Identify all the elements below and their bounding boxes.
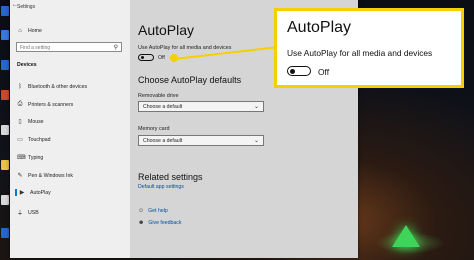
sidebar-item-label: Home <box>28 28 42 34</box>
sidebar-item-home[interactable]: ⌂ Home <box>17 28 42 34</box>
callout-toggle <box>287 66 311 76</box>
get-help-link[interactable]: ☺ Get help <box>138 208 168 214</box>
usb-icon: ⏚ <box>17 211 24 217</box>
sidebar-item-label: Typing <box>28 154 44 161</box>
mouse-icon: ▯ <box>18 119 22 125</box>
default-app-settings-link[interactable]: Default app settings <box>138 184 184 190</box>
sidebar-item-bluetooth[interactable]: ᛒ Bluetooth & other devices <box>17 84 87 90</box>
select-value: Choose a default <box>143 138 183 144</box>
desktop-icon[interactable] <box>1 60 9 70</box>
printer-icon: ⎙ <box>17 101 23 107</box>
desktop-icon[interactable] <box>1 228 9 238</box>
sidebar: ← Settings ⌂ Home Find a setting ⚲ Devic… <box>10 0 130 258</box>
sidebar-item-label: Touchpad <box>28 136 51 143</box>
give-feedback-link[interactable]: ☻ Give feedback <box>138 220 182 226</box>
autoplay-toggle[interactable] <box>138 54 154 61</box>
sidebar-item-label: Printers & scanners <box>28 101 74 108</box>
sidebar-item-autoplay[interactable]: ▶ AutoPlay <box>15 189 51 196</box>
desktop-icon[interactable] <box>1 195 9 205</box>
give-feedback-label: Give feedback <box>148 220 182 226</box>
desktop-icon[interactable] <box>1 160 9 170</box>
callout-toggle-state: Off <box>318 67 330 77</box>
help-icon: ☺ <box>138 208 145 214</box>
search-input[interactable]: Find a setting ⚲ <box>16 42 122 52</box>
sidebar-item-label: USB <box>28 209 39 216</box>
sidebar-item-printers[interactable]: ⎙ Printers & scanners <box>17 101 74 108</box>
pen-icon: ✎ <box>17 173 23 179</box>
related-settings-heading: Related settings <box>138 172 203 182</box>
memory-card-select[interactable]: Choose a default ⌄ <box>138 135 264 146</box>
sidebar-item-usb[interactable]: ⏚ USB <box>17 208 39 218</box>
desktop-icon-strip <box>0 0 10 260</box>
window-title: Settings <box>17 4 36 10</box>
sidebar-item-typing[interactable]: ⌨ Typing <box>17 154 44 162</box>
search-icon[interactable]: ⚲ <box>114 44 118 51</box>
defaults-heading: Choose AutoPlay defaults <box>138 75 242 85</box>
section-heading: Devices <box>17 62 37 68</box>
sidebar-item-label: Mouse <box>28 118 44 125</box>
memory-card-label: Memory card <box>138 126 170 132</box>
desktop-icon[interactable] <box>1 90 9 100</box>
sidebar-item-label: AutoPlay <box>30 189 51 196</box>
removable-drive-label: Removable drive <box>138 93 179 99</box>
desktop-icon[interactable] <box>1 6 9 16</box>
callout-title: AutoPlay <box>287 19 352 36</box>
autoplay-setting-label: Use AutoPlay for all media and devices <box>138 45 232 51</box>
home-icon: ⌂ <box>18 28 22 34</box>
zoom-callout: AutoPlay Use AutoPlay for all media and … <box>274 8 464 88</box>
chevron-down-icon: ⌄ <box>253 104 259 110</box>
desktop-icon[interactable] <box>1 30 9 40</box>
desktop-icon[interactable] <box>1 125 9 135</box>
chevron-down-icon: ⌄ <box>253 138 259 144</box>
feedback-icon: ☻ <box>138 220 145 226</box>
tent-graphic <box>392 225 420 247</box>
sidebar-item-label: Bluetooth & other devices <box>28 84 88 90</box>
touchpad-icon: ▭ <box>17 137 23 143</box>
sidebar-item-pen[interactable]: ✎ Pen & Windows Ink <box>17 172 73 180</box>
select-value: Choose a default <box>143 104 183 110</box>
sidebar-item-touchpad[interactable]: ▭ Touchpad <box>17 136 51 144</box>
search-placeholder: Find a setting <box>20 45 51 51</box>
bluetooth-icon: ᛒ <box>18 84 22 90</box>
sidebar-item-label: Pen & Windows Ink <box>28 172 73 179</box>
autoplay-icon: ▶ <box>19 190 25 196</box>
toggle-state-label: Off <box>158 55 165 61</box>
keyboard-icon: ⌨ <box>17 155 26 161</box>
removable-drive-select[interactable]: Choose a default ⌄ <box>138 101 264 112</box>
get-help-label: Get help <box>148 208 168 214</box>
sidebar-item-mouse[interactable]: ▯ Mouse <box>17 118 44 126</box>
callout-setting-label: Use AutoPlay for all media and devices <box>287 48 433 58</box>
page-title: AutoPlay <box>138 22 195 38</box>
